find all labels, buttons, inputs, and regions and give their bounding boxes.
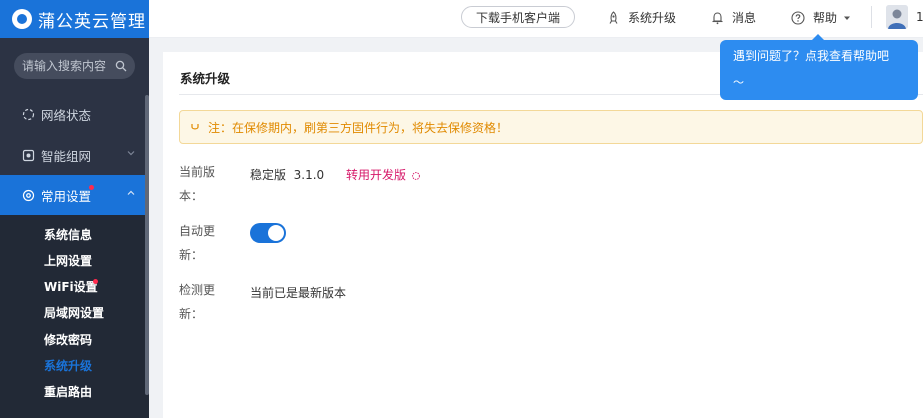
submenu-item-reboot-router[interactable]: 重启路由 (44, 383, 92, 400)
info-dots-icon[interactable] (411, 170, 420, 182)
check-update-label: 检测更新： (179, 283, 216, 321)
main-panel: 系统升级 注：在保修期内，刷第三方固件行为，将失去保修资格！ 当前版本： 稳定版… (163, 52, 923, 418)
sidebar-scrollbar[interactable] (145, 95, 149, 395)
top-bar: 下载手机客户端 系统升级 消息 帮助 1 (149, 0, 923, 38)
switch-dev-version-link[interactable]: 转用开发版 (346, 168, 406, 182)
submenu-item-change-password[interactable]: 修改密码 (44, 331, 92, 348)
submenu-item-wifi-settings[interactable]: WiFi设置 (44, 278, 98, 295)
sidebar-item-network-status[interactable]: 网络状态 (0, 94, 149, 134)
app-logo[interactable]: 蒲公英云管理 (0, 0, 149, 38)
settings-icon (21, 188, 35, 202)
user-name[interactable]: 1 (916, 10, 923, 24)
search-input[interactable] (22, 59, 115, 73)
auto-update-label: 自动更新： (179, 224, 216, 262)
notice-text: 注：在保修期内，刷第三方固件行为，将失去保修资格！ (208, 120, 509, 135)
sidebar-item-label: 常用设置 (41, 188, 92, 204)
avatar[interactable] (886, 5, 908, 29)
submenu-item-internet-settings[interactable]: 上网设置 (44, 252, 92, 269)
download-app-button[interactable]: 下载手机客户端 (461, 6, 575, 28)
dandelion-logo-icon (12, 9, 32, 29)
sidebar-item-label: 网络状态 (41, 107, 92, 123)
auto-update-toggle[interactable] (250, 223, 286, 243)
sidebar-item-label: 智能组网 (41, 148, 92, 164)
sidebar-item-common-settings[interactable]: 常用设置 (0, 175, 149, 215)
page-title: 系统升级 (180, 71, 231, 86)
sidebar-item-smart-network[interactable]: 智能组网 (0, 135, 149, 175)
submenu-item-system-upgrade[interactable]: 系统升级 (44, 357, 92, 374)
current-version-row: 稳定版 3.1.0 转用开发版 (250, 166, 420, 183)
messages-link[interactable]: 消息 (711, 9, 756, 26)
tooltip-tilde: ～ (733, 76, 744, 89)
notification-dot (93, 279, 98, 284)
help-tooltip[interactable]: 遇到问题了？点我查看帮助吧 ～ (720, 34, 918, 100)
help-label: 帮助 (813, 11, 838, 25)
messages-label: 消息 (732, 11, 757, 25)
smart-network-icon (21, 148, 35, 162)
tooltip-text: 遇到问题了？点我查看帮助吧 (733, 49, 890, 63)
submenu-item-lan-settings[interactable]: 局域网设置 (44, 304, 104, 321)
settings-submenu: 系统信息 上网设置 WiFi设置 局域网设置 修改密码 系统升级 重启路由 (0, 215, 149, 418)
warning-smile-icon (191, 124, 199, 130)
network-status-icon (21, 107, 35, 121)
chevron-up-icon (127, 190, 135, 195)
sidebar: 蒲公英云管理 网络状态 智能组网 常用设置 系统信息 上网设置 WiFi设置 局… (0, 0, 149, 418)
question-circle-icon (791, 10, 805, 25)
app-title: 蒲公英云管理 (38, 11, 146, 32)
bell-icon (712, 11, 723, 24)
search-icon[interactable] (115, 60, 127, 72)
help-menu[interactable]: 帮助 (791, 9, 851, 26)
caret-down-icon (844, 16, 851, 20)
warranty-notice: 注：在保修期内，刷第三方固件行为，将失去保修资格！ (179, 110, 923, 144)
system-upgrade-link[interactable]: 系统升级 (607, 9, 676, 26)
current-version-label: 当前版本： (179, 165, 216, 203)
search-box (14, 53, 135, 79)
user-avatar-icon (886, 5, 908, 29)
chevron-down-icon (127, 151, 135, 156)
current-version-value: 稳定版 3.1.0 (250, 168, 325, 182)
submenu-item-system-info[interactable]: 系统信息 (44, 226, 92, 243)
toggle-knob (268, 225, 284, 241)
notification-dot (89, 185, 94, 190)
rocket-icon (609, 10, 618, 24)
check-update-status: 当前已是最新版本 (250, 286, 347, 300)
topbar-divider (871, 6, 872, 28)
system-upgrade-label: 系统升级 (628, 11, 677, 25)
